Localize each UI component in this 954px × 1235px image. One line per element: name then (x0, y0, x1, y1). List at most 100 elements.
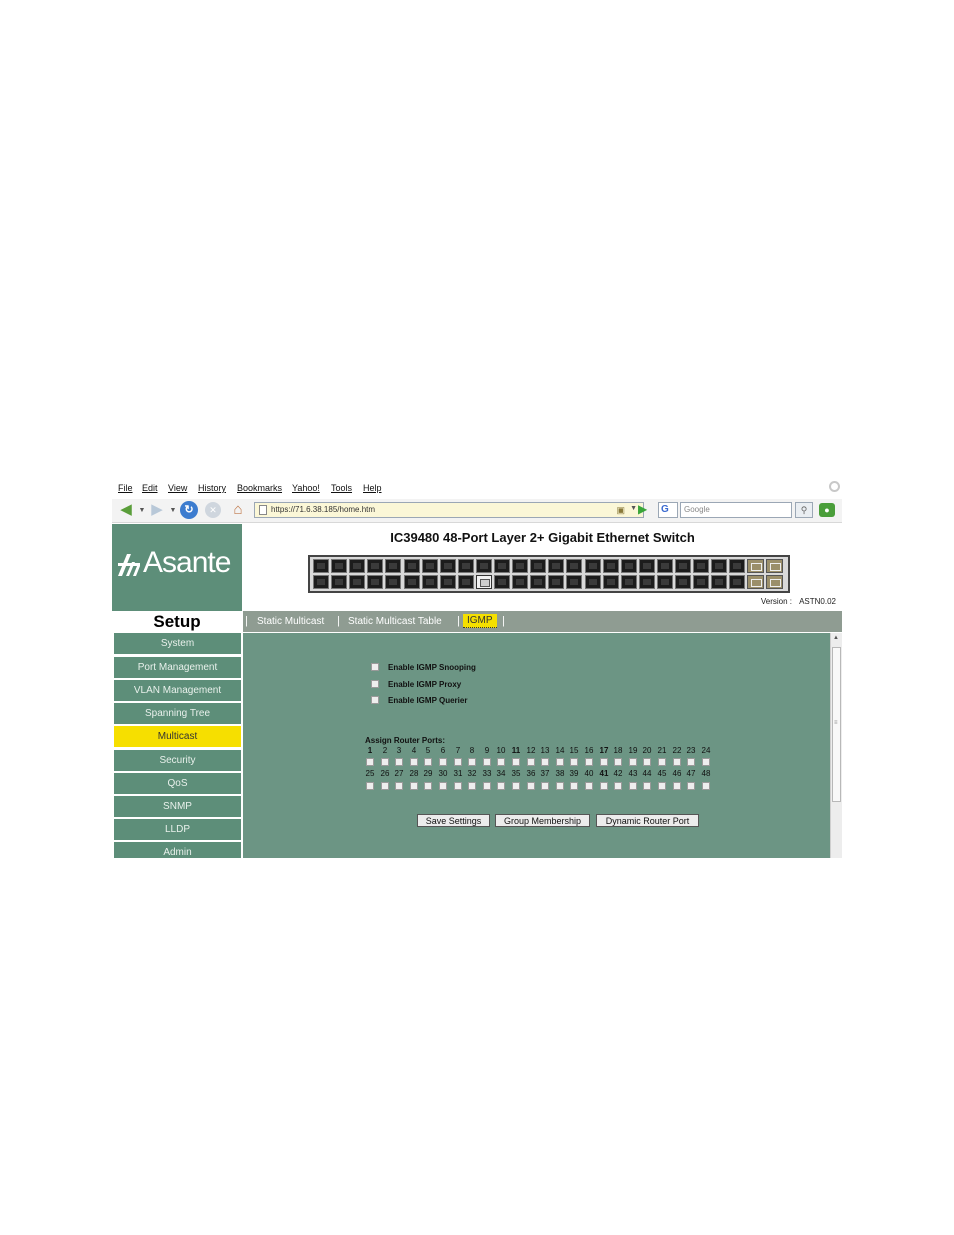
switch-port-icon[interactable] (494, 575, 510, 589)
sfp-port-icon[interactable] (747, 559, 764, 573)
router-port-checkbox-28[interactable] (410, 782, 418, 790)
sfp-port-icon[interactable] (766, 575, 783, 589)
switch-port-icon[interactable] (403, 575, 420, 589)
switch-port-icon[interactable] (367, 559, 384, 573)
router-port-checkbox-4[interactable] (410, 758, 418, 766)
switch-port-icon[interactable] (729, 559, 746, 573)
vertical-scrollbar[interactable]: ▲ ≡ (830, 633, 842, 858)
switch-port-icon[interactable] (421, 559, 438, 573)
router-port-checkbox-31[interactable] (454, 782, 462, 790)
reload-icon[interactable]: ↻ (180, 501, 198, 519)
switch-port-icon[interactable] (620, 575, 637, 589)
router-port-checkbox-16[interactable] (585, 758, 593, 766)
menu-tools[interactable]: Tools (331, 483, 352, 493)
router-port-checkbox-9[interactable] (483, 758, 491, 766)
switch-port-icon[interactable] (656, 559, 673, 573)
menu-bookmarks[interactable]: Bookmarks (237, 483, 282, 493)
address-url[interactable]: https://71.6.38.185/home.htm (271, 505, 375, 514)
router-port-checkbox-20[interactable] (643, 758, 651, 766)
router-port-checkbox-25[interactable] (366, 782, 374, 790)
router-port-checkbox-2[interactable] (381, 758, 389, 766)
menu-edit[interactable]: Edit (142, 483, 158, 493)
router-port-checkbox-10[interactable] (497, 758, 505, 766)
switch-port-icon[interactable] (331, 575, 348, 589)
tab-igmp[interactable]: IGMP (463, 614, 497, 628)
igmp-proxy-checkbox[interactable] (371, 680, 379, 688)
router-port-checkbox-5[interactable] (424, 758, 432, 766)
router-port-checkbox-17[interactable] (600, 758, 608, 766)
sidebar-item-multicast[interactable]: Multicast (114, 726, 241, 747)
switch-port-icon[interactable] (548, 559, 565, 573)
switch-port-icon[interactable] (349, 575, 366, 589)
router-port-checkbox-46[interactable] (673, 782, 681, 790)
switch-port-icon[interactable] (729, 575, 746, 589)
router-port-checkbox-3[interactable] (395, 758, 403, 766)
home-icon[interactable]: ⌂ (229, 502, 247, 518)
switch-port-icon[interactable] (711, 575, 728, 589)
router-port-checkbox-40[interactable] (585, 782, 593, 790)
router-port-checkbox-29[interactable] (424, 782, 432, 790)
router-port-checkbox-7[interactable] (454, 758, 462, 766)
switch-port-icon[interactable] (602, 575, 619, 589)
router-port-checkbox-22[interactable] (673, 758, 681, 766)
switch-port-icon[interactable] (566, 575, 583, 589)
group-membership-button[interactable]: Group Membership (495, 814, 590, 827)
switch-port-active-icon[interactable] (475, 575, 492, 589)
dynamic-router-port-button[interactable]: Dynamic Router Port (596, 814, 699, 827)
router-port-checkbox-12[interactable] (527, 758, 535, 766)
switch-port-icon[interactable] (693, 575, 710, 589)
scrollbar-thumb[interactable]: ≡ (832, 647, 841, 802)
router-port-checkbox-13[interactable] (541, 758, 549, 766)
stop-icon[interactable]: ✕ (205, 502, 221, 518)
sidebar-item-lldp[interactable]: LLDP (114, 819, 241, 840)
sidebar-item-snmp[interactable]: SNMP (114, 796, 241, 817)
switch-port-icon[interactable] (313, 559, 329, 573)
sfp-port-icon[interactable] (766, 559, 783, 573)
tab-static-multicast[interactable]: Static Multicast (257, 616, 324, 627)
router-port-checkbox-34[interactable] (497, 782, 505, 790)
url-history-dropdown-icon[interactable]: ▼ (630, 505, 637, 512)
router-port-checkbox-26[interactable] (381, 782, 389, 790)
sidebar-item-qos[interactable]: QoS (114, 773, 241, 794)
router-port-checkbox-32[interactable] (468, 782, 476, 790)
switch-port-icon[interactable] (385, 575, 402, 589)
back-arrow-icon[interactable]: ◀ (116, 502, 136, 518)
menu-file[interactable]: File (118, 483, 133, 493)
router-port-checkbox-41[interactable] (600, 782, 608, 790)
save-settings-button[interactable]: Save Settings (417, 814, 490, 827)
switch-port-icon[interactable] (331, 559, 348, 573)
switch-port-icon[interactable] (457, 559, 474, 573)
switch-port-icon[interactable] (439, 559, 456, 573)
router-port-checkbox-24[interactable] (702, 758, 710, 766)
menu-view[interactable]: View (168, 483, 187, 493)
search-input[interactable]: Google (680, 502, 792, 518)
sidebar-item-spanning-tree[interactable]: Spanning Tree (114, 703, 241, 724)
router-port-checkbox-39[interactable] (570, 782, 578, 790)
menu-yahoo[interactable]: Yahoo! (292, 483, 320, 493)
router-port-checkbox-18[interactable] (614, 758, 622, 766)
switch-port-icon[interactable] (349, 559, 366, 573)
router-port-checkbox-48[interactable] (702, 782, 710, 790)
sidebar-item-vlan-management[interactable]: VLAN Management (114, 680, 241, 701)
switch-port-icon[interactable] (638, 559, 655, 573)
sidebar-item-system[interactable]: System (114, 633, 241, 654)
sfp-port-icon[interactable] (747, 575, 764, 589)
address-bar[interactable]: https://71.6.38.185/home.htm ▣ ▼ (254, 502, 644, 518)
router-port-checkbox-35[interactable] (512, 782, 520, 790)
igmp-querier-checkbox[interactable] (371, 696, 379, 704)
back-history-dropdown-icon[interactable]: ▼ (138, 503, 146, 519)
switch-port-icon[interactable] (403, 559, 420, 573)
addon-icon[interactable]: ● (819, 503, 835, 517)
search-engine-selector-icon[interactable]: G (658, 502, 678, 518)
scroll-up-arrow-icon[interactable]: ▲ (833, 635, 839, 641)
router-port-checkbox-37[interactable] (541, 782, 549, 790)
switch-port-icon[interactable] (693, 559, 710, 573)
router-port-checkbox-21[interactable] (658, 758, 666, 766)
forward-history-dropdown-icon[interactable]: ▼ (169, 503, 177, 519)
router-port-checkbox-11[interactable] (512, 758, 520, 766)
router-port-checkbox-45[interactable] (658, 782, 666, 790)
magnifier-icon[interactable]: ⚲ (795, 502, 813, 518)
switch-port-icon[interactable] (675, 559, 691, 573)
switch-port-icon[interactable] (548, 575, 565, 589)
switch-port-icon[interactable] (313, 575, 329, 589)
